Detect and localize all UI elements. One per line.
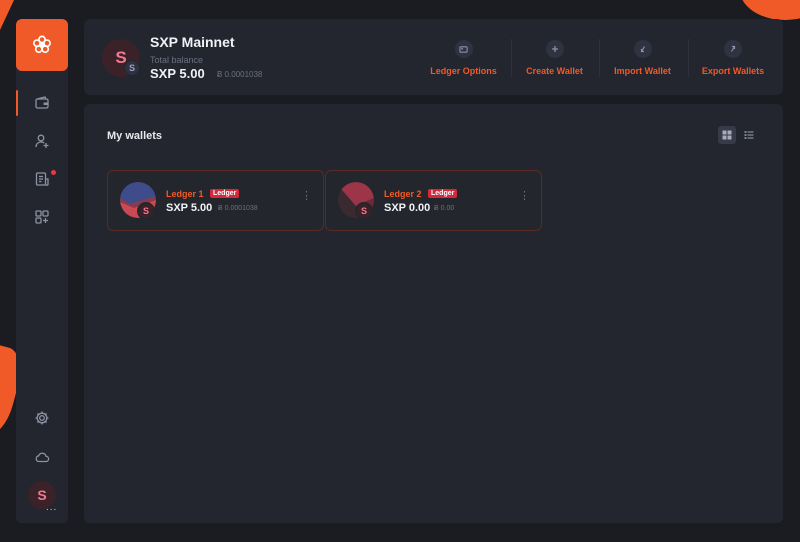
grid-view-button[interactable] <box>718 126 736 144</box>
wallets-panel: My wallets S Ledger 1 Ledger SXP 5.00 Ƀ … <box>84 104 783 523</box>
wallet-network-badge: S <box>137 202 155 220</box>
export-wallets-button[interactable]: Export Wallets <box>696 19 770 95</box>
import-icon <box>633 40 652 58</box>
wallet-balance: SXP 0.00 <box>384 202 431 214</box>
total-balance-btc: Ƀ 0.0001038 <box>217 70 263 79</box>
gear-icon <box>35 411 49 425</box>
import-wallet-button[interactable]: Import Wallet <box>608 19 677 95</box>
create-wallet-label: Create Wallet <box>526 66 583 76</box>
import-wallet-label: Import Wallet <box>614 66 671 76</box>
ledger-options-button[interactable]: Ledger Options <box>424 19 503 95</box>
total-balance-label: Total balance <box>150 55 204 65</box>
wallet-name: Ledger 1 <box>166 189 204 199</box>
wallet-card[interactable]: S Ledger 1 Ledger SXP 5.00 Ƀ 0.0001038 ⋮ <box>107 170 324 231</box>
divider <box>511 39 512 77</box>
export-icon <box>724 40 742 58</box>
wallet-balance: SXP 5.00 <box>166 202 213 214</box>
wallet-menu-icon[interactable]: ⋮ <box>301 191 312 202</box>
sidebar-item-plugins[interactable] <box>16 202 68 232</box>
decor-triangle <box>0 0 14 30</box>
wallet-balance-btc: Ƀ 0.0001038 <box>218 205 258 212</box>
network-avatar-badge: S <box>124 60 140 76</box>
page-title: My wallets <box>107 130 163 142</box>
header: S S SXP Mainnet Total balance SXP 5.00 Ƀ… <box>84 19 783 95</box>
transactions-icon <box>35 172 49 186</box>
ledger-icon <box>454 40 473 58</box>
profile-more-icon[interactable]: ... <box>46 502 57 513</box>
wallet-name: Ledger 2 <box>384 189 422 199</box>
sidebar-item-settings[interactable] <box>16 403 68 433</box>
sidebar-item-transactions[interactable] <box>16 164 68 194</box>
divider <box>599 39 600 77</box>
sidebar-item-contacts[interactable] <box>16 126 68 156</box>
notification-dot <box>51 170 56 175</box>
sidebar: S ... <box>16 19 68 523</box>
wallet-icon <box>35 96 49 109</box>
list-view-button[interactable] <box>740 126 758 144</box>
network-name: SXP Mainnet <box>150 34 235 50</box>
total-balance-value: SXP 5.00 <box>150 66 205 81</box>
wallet-network-badge: S <box>355 202 373 220</box>
cloud-icon <box>35 452 50 463</box>
ledger-tag: Ledger <box>428 189 458 198</box>
decor-blob-top-right <box>740 0 800 20</box>
add-user-icon <box>35 134 49 148</box>
sidebar-item-cloud[interactable] <box>16 442 68 472</box>
plus-icon <box>545 40 564 58</box>
wallet-balance-btc: Ƀ 0.00 <box>434 205 455 212</box>
wallet-card[interactable]: S Ledger 2 Ledger SXP 0.00 Ƀ 0.00 ⋮ <box>325 170 542 231</box>
ledger-options-label: Ledger Options <box>430 66 497 76</box>
sidebar-item-wallets[interactable] <box>16 88 68 118</box>
grid-view-icon <box>722 130 732 140</box>
apps-icon <box>35 210 49 224</box>
create-wallet-button[interactable]: Create Wallet <box>520 19 589 95</box>
list-view-icon <box>744 131 754 139</box>
ledger-tag: Ledger <box>210 189 240 198</box>
export-wallets-label: Export Wallets <box>701 66 765 76</box>
divider <box>688 39 689 77</box>
wallet-menu-icon[interactable]: ⋮ <box>519 191 530 202</box>
logo-icon[interactable] <box>16 19 68 71</box>
